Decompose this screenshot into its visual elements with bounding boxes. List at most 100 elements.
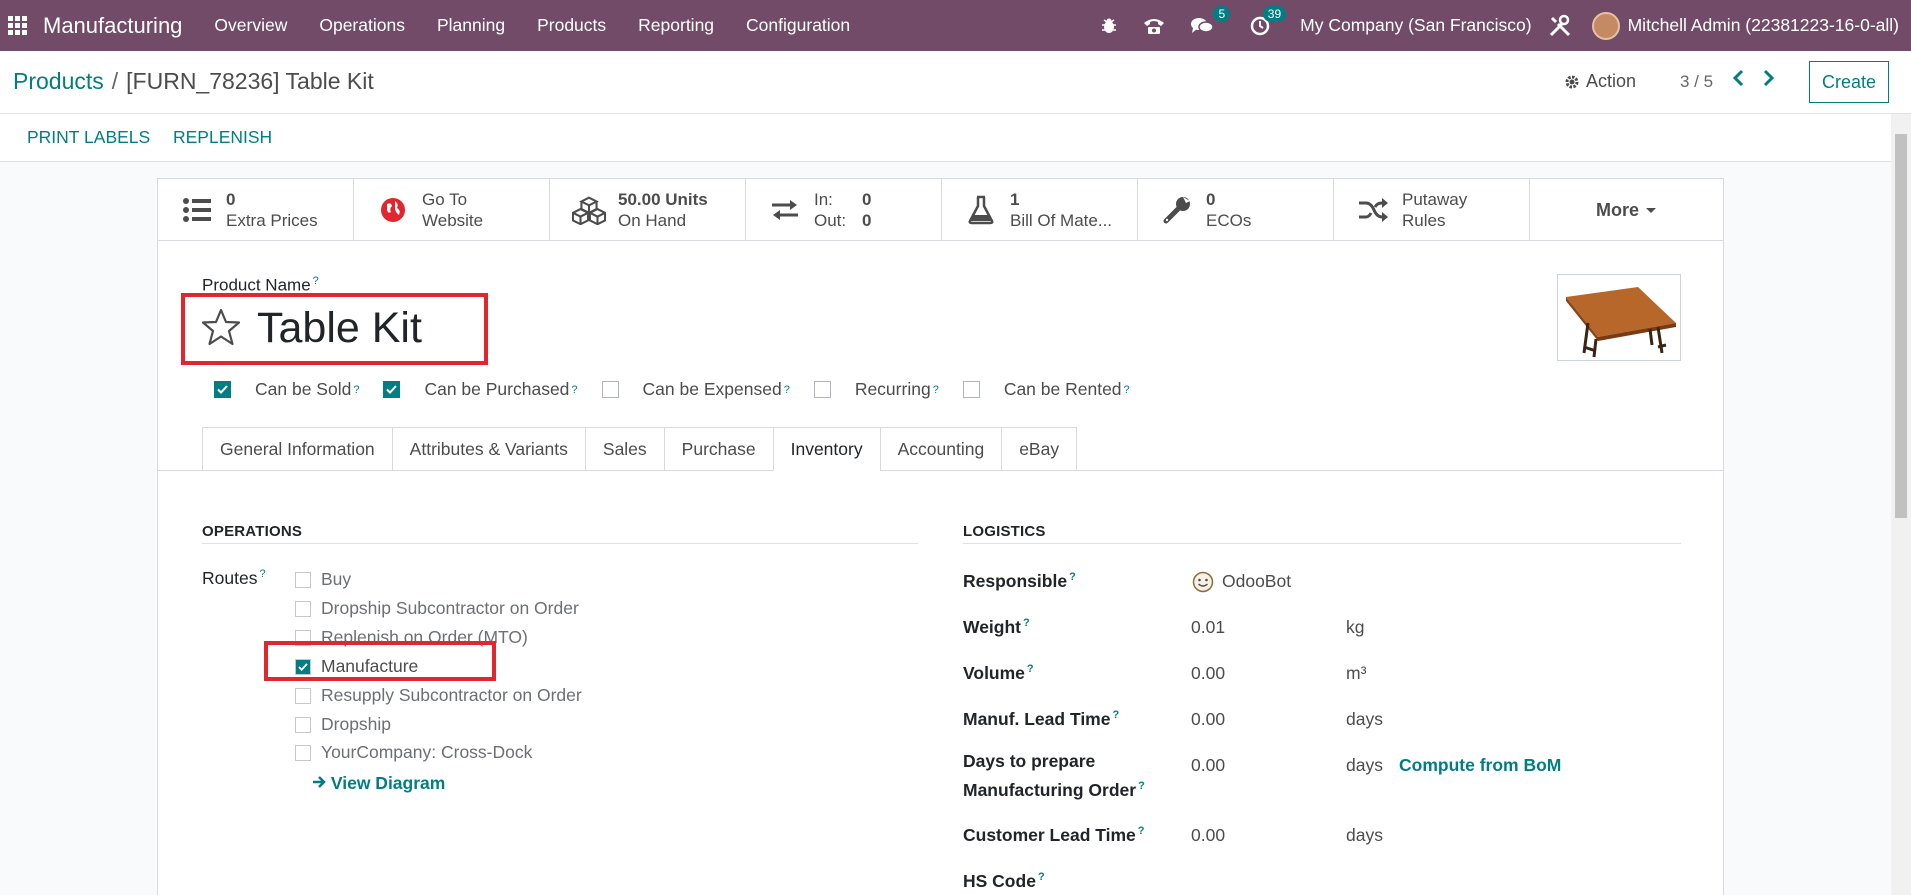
customer-lead-time-label: Customer Lead Time?: [963, 819, 1145, 848]
menu-reporting[interactable]: Reporting: [622, 15, 730, 36]
caret-down-icon: [1646, 208, 1656, 213]
weight-input[interactable]: 0.01: [1191, 617, 1225, 638]
view-diagram-link[interactable]: View Diagram: [312, 773, 445, 794]
putaway-rules-button[interactable]: Putaway Rules: [1334, 179, 1530, 241]
customer-lead-time-input[interactable]: 0.00: [1191, 825, 1225, 846]
product-name-input[interactable]: Table Kit: [257, 304, 422, 353]
route-dropship-subcontractor-label: Dropship Subcontractor on Order: [321, 598, 579, 618]
bill-of-materials-button[interactable]: 1 Bill Of Mate...: [942, 179, 1138, 241]
flask-icon: [964, 193, 998, 227]
days-to-prepare-help[interactable]: ?: [1138, 780, 1145, 792]
ecos-label: ECOs: [1206, 211, 1252, 230]
can-be-sold-help[interactable]: ?: [353, 384, 359, 396]
can-be-rented-help[interactable]: ?: [1124, 384, 1130, 396]
route-buy[interactable]: Buy: [295, 569, 351, 590]
pager-value[interactable]: 3 / 5: [1680, 72, 1713, 92]
tab-sales[interactable]: Sales: [584, 427, 664, 471]
menu-operations[interactable]: Operations: [303, 15, 421, 36]
manufacture-highlight: [264, 641, 496, 681]
route-dropship-subcontractor-box[interactable]: [295, 600, 311, 617]
breadcrumb-products-link[interactable]: Products: [13, 68, 104, 94]
route-cross-dock[interactable]: YourCompany: Cross-Dock: [295, 742, 532, 763]
replenish-button[interactable]: REPLENISH: [173, 127, 272, 148]
tools-icon[interactable]: [1548, 14, 1572, 38]
product-name-help[interactable]: ?: [313, 275, 319, 287]
weight-help[interactable]: ?: [1023, 617, 1030, 629]
hs-code-help[interactable]: ?: [1038, 871, 1045, 883]
ecos-button[interactable]: 0 ECOs: [1138, 179, 1334, 241]
route-dropship[interactable]: Dropship: [295, 714, 391, 735]
volume-input[interactable]: 0.00: [1191, 663, 1225, 684]
pager-next-icon[interactable]: [1763, 67, 1775, 93]
in-out-button[interactable]: In: 0 Out: 0: [746, 179, 942, 241]
ecos-count: 0: [1206, 190, 1216, 209]
more-button[interactable]: More: [1530, 179, 1723, 241]
messages-icon[interactable]: 5: [1190, 5, 1231, 36]
form-statusbar: PRINT LABELS REPLENISH: [0, 114, 1891, 162]
tab-ebay[interactable]: eBay: [1001, 427, 1078, 471]
on-hand-button[interactable]: 50.00 Units On Hand: [550, 179, 746, 241]
print-labels-button[interactable]: PRINT LABELS: [27, 127, 150, 148]
customer-lead-time-help[interactable]: ?: [1138, 825, 1145, 837]
can-be-purchased-checkbox[interactable]: Can be Purchased?: [383, 379, 578, 400]
view-diagram-label: View Diagram: [330, 773, 446, 793]
days-to-prepare-input[interactable]: 0.00: [1191, 755, 1225, 776]
star-icon[interactable]: [200, 307, 242, 352]
menu-configuration[interactable]: Configuration: [730, 15, 866, 36]
recurring-checkbox[interactable]: Recurring?: [813, 379, 939, 400]
routes-help[interactable]: ?: [259, 568, 265, 580]
route-dropship-subcontractor[interactable]: Dropship Subcontractor on Order: [295, 598, 579, 619]
bom-label: Bill Of Mate...: [1010, 211, 1113, 230]
route-dropship-label: Dropship: [321, 714, 392, 734]
tab-general-information[interactable]: General Information: [202, 427, 392, 471]
recurring-box[interactable]: [813, 381, 831, 398]
can-be-expensed-checkbox[interactable]: Can be Expensed?: [601, 379, 790, 400]
can-be-expensed-help[interactable]: ?: [784, 384, 790, 396]
can-be-rented-checkbox[interactable]: Can be Rented?: [962, 379, 1130, 400]
can-be-purchased-help[interactable]: ?: [571, 384, 577, 396]
vertical-scrollbar[interactable]: [1891, 114, 1911, 895]
list-icon: [180, 193, 214, 227]
tab-inventory[interactable]: Inventory: [772, 427, 880, 471]
app-name[interactable]: Manufacturing: [43, 13, 182, 39]
scrollbar-thumb[interactable]: [1895, 134, 1907, 518]
manuf-lead-time-input[interactable]: 0.00: [1191, 709, 1225, 730]
user-menu[interactable]: Mitchell Admin (22381223-16-0-all): [1628, 15, 1899, 36]
can-be-purchased-label: Can be Purchased: [424, 379, 570, 399]
can-be-sold-checkbox[interactable]: Can be Sold?: [214, 379, 359, 400]
menu-planning[interactable]: Planning: [421, 15, 521, 36]
responsible-value[interactable]: OdooBot: [1222, 571, 1291, 592]
menu-products[interactable]: Products: [521, 15, 622, 36]
route-buy-box[interactable]: [295, 571, 311, 588]
manuf-lead-time-help[interactable]: ?: [1112, 709, 1119, 721]
can-be-rented-box[interactable]: [962, 381, 980, 398]
create-button[interactable]: Create: [1809, 61, 1889, 103]
pager-previous-icon[interactable]: [1732, 67, 1744, 93]
extra-prices-button[interactable]: 0 Extra Prices: [158, 179, 354, 241]
compute-from-bom-button[interactable]: Compute from BoM: [1399, 755, 1561, 776]
can-be-expensed-box[interactable]: [601, 381, 619, 398]
bug-icon[interactable]: [1100, 17, 1118, 35]
route-cross-dock-box[interactable]: [295, 744, 311, 761]
tab-accounting[interactable]: Accounting: [879, 427, 1002, 471]
menu-overview[interactable]: Overview: [198, 15, 303, 36]
can-be-sold-box[interactable]: [214, 381, 231, 398]
route-resupply-subcontractor[interactable]: Resupply Subcontractor on Order: [295, 685, 582, 706]
responsible-help[interactable]: ?: [1069, 571, 1076, 583]
tab-attributes-variants[interactable]: Attributes & Variants: [391, 427, 585, 471]
phone-icon[interactable]: [1142, 16, 1166, 36]
apps-menu-icon[interactable]: [8, 15, 28, 36]
recurring-help[interactable]: ?: [933, 384, 939, 396]
company-switcher[interactable]: My Company (San Francisco): [1300, 15, 1531, 36]
volume-help[interactable]: ?: [1027, 663, 1034, 675]
action-menu-button[interactable]: Action: [1564, 71, 1636, 92]
product-image[interactable]: [1557, 274, 1681, 361]
go-to-website-button[interactable]: Go To Website: [354, 179, 550, 241]
user-avatar[interactable]: [1591, 11, 1620, 40]
can-be-purchased-box[interactable]: [383, 381, 401, 398]
tab-purchase[interactable]: Purchase: [663, 427, 773, 471]
activities-clock-icon[interactable]: 39: [1250, 5, 1287, 36]
route-dropship-box[interactable]: [295, 716, 311, 733]
website-label: Website: [422, 211, 484, 230]
route-resupply-subcontractor-box[interactable]: [295, 687, 311, 704]
